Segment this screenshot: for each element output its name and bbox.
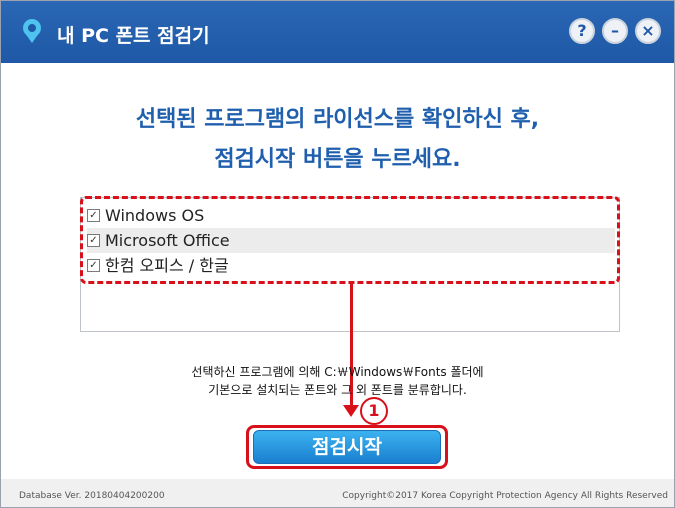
- database-version: Database Ver. 20180404200200: [19, 491, 165, 501]
- annotation-arrow-head: [343, 405, 359, 417]
- window-title: 내 PC 폰트 점검기: [57, 25, 210, 47]
- instruction-heading-line1: 선택된 프로그램의 라이선스를 확인하신 후,: [135, 107, 540, 132]
- info-note-line2: 기본으로 설치되는 폰트와 그 외 폰트를 분류합니다.: [208, 383, 467, 397]
- step-number-badge: 1: [360, 397, 388, 425]
- info-note-line1: 선택하신 프로그램에 의해 C:￦Windows￦Fonts 폴더에: [191, 365, 484, 379]
- app-window: 내 PC 폰트 점검기 ? – × 선택된 프로그램의 라이선스를 확인하신 후…: [0, 0, 675, 508]
- title-bar[interactable]: 내 PC 폰트 점검기 ? – ×: [1, 1, 674, 63]
- highlight-box: [80, 196, 620, 284]
- close-button[interactable]: ×: [635, 18, 661, 44]
- help-button[interactable]: ?: [569, 18, 595, 44]
- instruction-heading-line2: 점검시작 버튼을 누르세요.: [214, 147, 461, 172]
- copyright-text: Copyright©2017 Korea Copyright Protectio…: [342, 491, 668, 501]
- start-check-button[interactable]: 점검시작: [253, 430, 441, 464]
- minimize-button[interactable]: –: [602, 18, 628, 44]
- location-pin-icon: [23, 19, 41, 43]
